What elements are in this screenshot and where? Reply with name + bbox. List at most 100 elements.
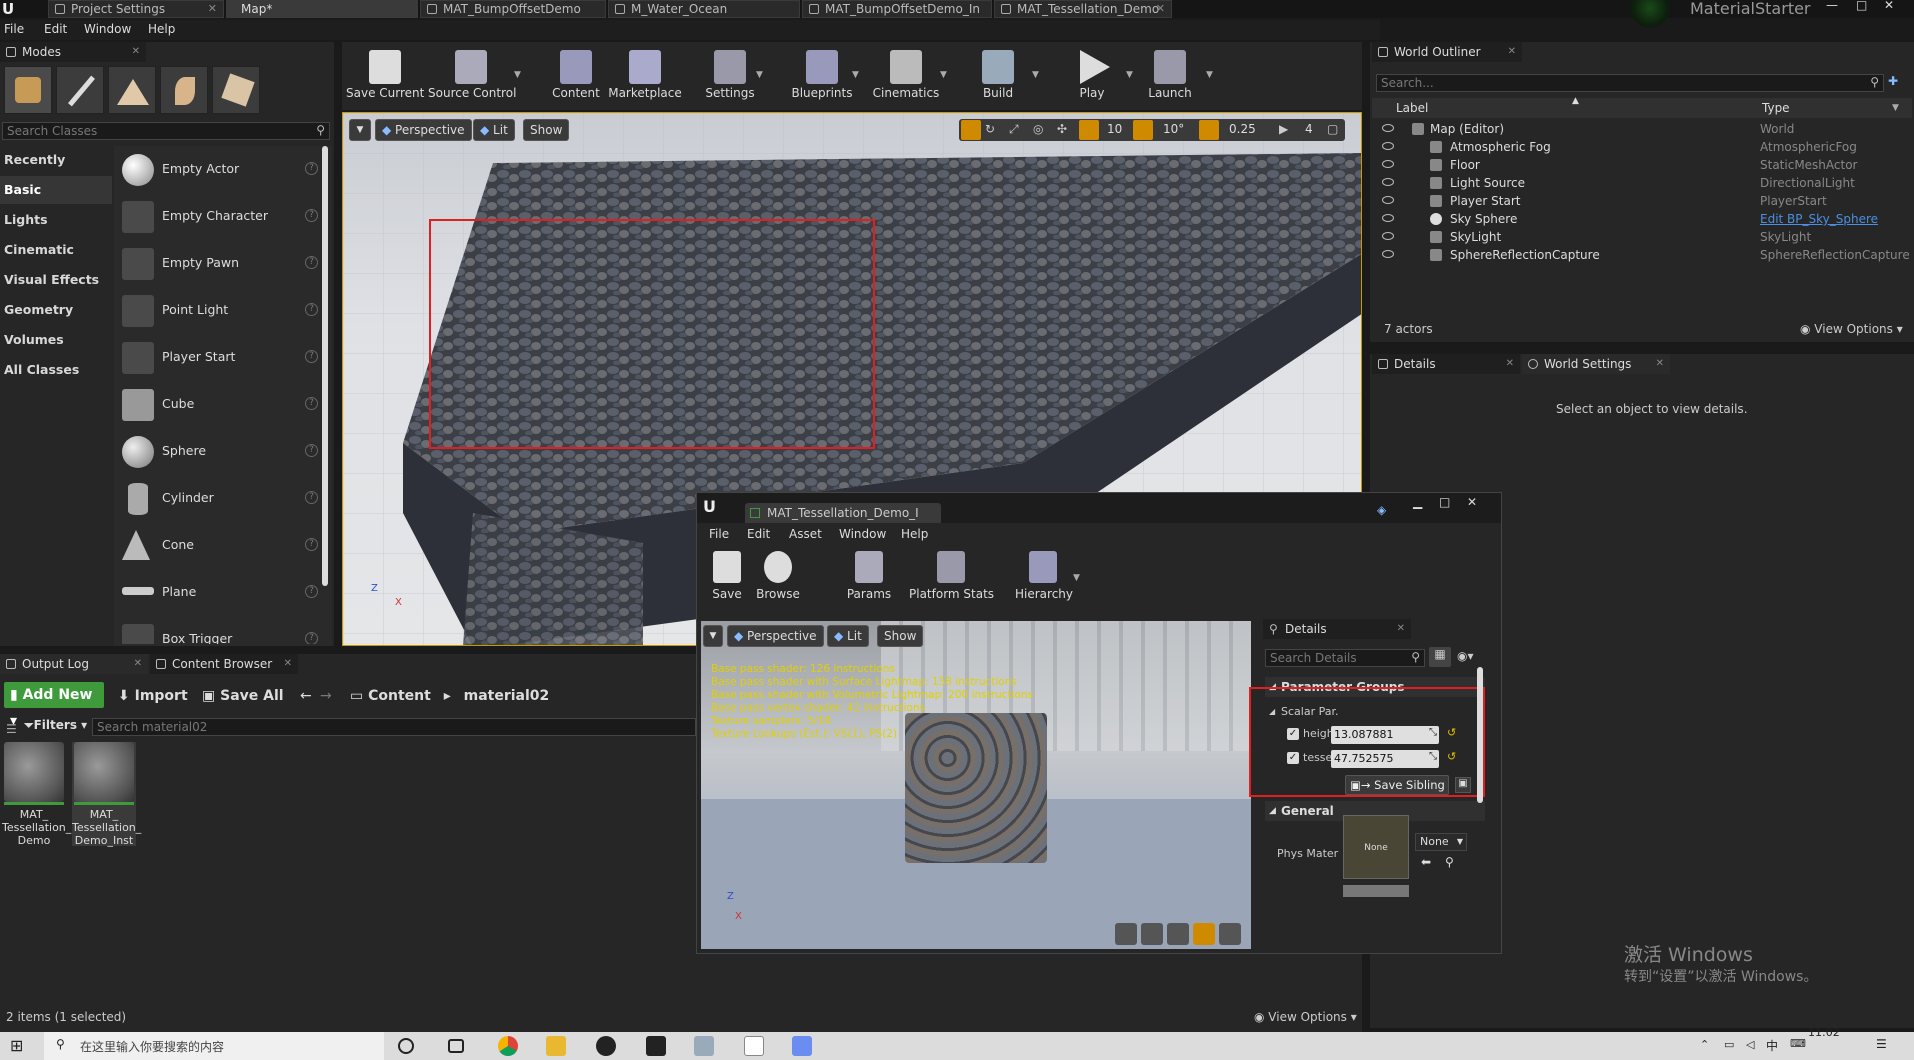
viewport-options-button[interactable]: ▼ [349, 119, 371, 141]
details-tab[interactable]: Details ✕ [1372, 354, 1520, 374]
place-item-plane[interactable]: Plane? [118, 571, 322, 615]
save-current-button[interactable]: Save Current [346, 48, 424, 104]
maximize-icon[interactable]: □ [1856, 0, 1867, 12]
play-dropdown-icon[interactable]: ▼ [1126, 70, 1133, 80]
cinematics-button[interactable]: Cinematics [872, 48, 940, 104]
settings-button[interactable]: Settings [702, 48, 758, 104]
place-item-player-start[interactable]: Player Start? [118, 336, 322, 380]
geometry-mode-button[interactable] [212, 66, 260, 114]
menu-file[interactable]: File [4, 22, 24, 36]
preview-sphere-icon[interactable] [1141, 923, 1163, 945]
volume-icon[interactable]: ◁ [1746, 1038, 1754, 1051]
close-icon[interactable]: ✕ [132, 42, 140, 62]
windows-start-icon[interactable]: ⊞ [10, 1036, 30, 1056]
app-window-icon[interactable] [694, 1036, 714, 1056]
outliner-row[interactable]: Player Start PlayerStart [1372, 192, 1914, 210]
add-new-button[interactable]: ▮ Add New ▾ [4, 682, 104, 729]
place-item-cylinder[interactable]: Cylinder? [118, 477, 322, 521]
help-icon[interactable]: ? [305, 585, 318, 598]
mat-details-search[interactable]: Search Details ⚲ [1265, 649, 1425, 667]
hierarchy-dropdown-icon[interactable]: ▼ [1073, 573, 1080, 583]
mat-document-tab[interactable]: MAT_Tessellation_Demo_I [745, 503, 941, 523]
content-button[interactable]: Content [548, 48, 604, 104]
close-icon[interactable]: ✕ [1506, 354, 1514, 374]
filters-button[interactable]: ⏷Filters ▾ [24, 718, 88, 736]
mat-lit-button[interactable]: ◆ Lit [827, 625, 869, 647]
visibility-eye-icon[interactable] [1382, 124, 1394, 132]
close-icon[interactable]: ✕ [1397, 619, 1405, 639]
preview-cylinder-icon[interactable] [1115, 923, 1137, 945]
tab-map[interactable]: Map* [226, 0, 418, 18]
cinematics-dropdown-icon[interactable]: ▼ [940, 70, 947, 80]
source-control-dropdown-icon[interactable]: ▼ [514, 70, 521, 80]
add-filter-icon[interactable]: ✚ [1888, 74, 1898, 88]
tray-chevron-icon[interactable]: ⌃ [1700, 1038, 1709, 1051]
phys-material-dropdown[interactable]: None ▼ [1415, 833, 1467, 851]
visibility-eye-icon[interactable] [1382, 178, 1394, 186]
outliner-row[interactable]: Light Source DirectionalLight [1372, 174, 1914, 192]
maximize-icon[interactable]: □ [1439, 495, 1450, 509]
use-selected-arrow-icon[interactable]: ⬅ [1421, 855, 1431, 869]
asset-tile-selected[interactable]: MAT_ Tessellation_ Demo_Inst [72, 742, 141, 847]
save-all-button[interactable]: ▣ Save All [202, 684, 284, 708]
menu-edit[interactable]: Edit [747, 527, 770, 541]
visibility-eye-icon[interactable] [1382, 214, 1394, 222]
place-item-empty-pawn[interactable]: Empty Pawn? [118, 242, 322, 286]
tab-mat-tessellation-demo[interactable]: MAT_Tessellation_Demo ✕ [994, 0, 1172, 18]
close-icon[interactable]: ✕ [1467, 495, 1477, 509]
outliner-row[interactable]: Sky Sphere Edit BP_Sky_Sphere [1372, 210, 1914, 228]
content-search[interactable]: Search material02 [92, 718, 696, 736]
place-mode-button[interactable] [4, 66, 52, 114]
scale-icon[interactable]: ⤢ [1009, 122, 1019, 137]
visibility-eye-icon[interactable] [1382, 232, 1394, 240]
tab-m-water-ocean[interactable]: M_Water_Ocean [608, 0, 800, 18]
rotation-snap-icon[interactable] [1133, 120, 1153, 140]
help-icon[interactable]: ? [305, 350, 318, 363]
place-item-empty-character[interactable]: Empty Character? [118, 195, 322, 239]
build-dropdown-icon[interactable]: ▼ [1032, 70, 1039, 80]
grid-snap-icon[interactable] [1079, 120, 1099, 140]
mat-params-button[interactable]: Params [845, 547, 893, 605]
minimize-icon[interactable]: ▁ [1413, 495, 1422, 509]
asset-tile[interactable]: MAT_ Tessellation_ Demo [2, 742, 71, 847]
category-volumes[interactable]: Volumes [0, 326, 112, 354]
outliner-row[interactable]: SkyLight SkyLight [1372, 228, 1914, 246]
world-icon[interactable]: ◎ [1033, 122, 1043, 136]
mat-perspective-button[interactable]: ◆ Perspective [727, 625, 824, 647]
breadcrumb-content[interactable]: Content [368, 688, 431, 704]
breadcrumb-material02[interactable]: material02 [464, 688, 550, 704]
mat-hierarchy-button[interactable]: Hierarchy [1015, 547, 1073, 605]
help-icon[interactable]: ? [305, 209, 318, 222]
help-icon[interactable]: ? [305, 632, 318, 644]
surface-snap-icon[interactable]: ✣ [1057, 122, 1067, 136]
mat-details-tab[interactable]: ⚲ Details ✕ [1263, 619, 1411, 639]
chrome-icon[interactable] [498, 1036, 518, 1056]
category-lights[interactable]: Lights [0, 206, 112, 234]
menu-help[interactable]: Help [148, 22, 175, 36]
taskbar-search-box[interactable]: ⚲ 在这里输入你要搜索的内容 [44, 1032, 384, 1060]
place-item-sphere[interactable]: Sphere? [118, 430, 322, 474]
app-badge-icon[interactable] [792, 1036, 812, 1056]
show-button[interactable]: Show [523, 119, 570, 141]
lit-button[interactable]: ◆ Lit [473, 119, 515, 141]
grid-snap-value[interactable]: 10 [1107, 122, 1122, 136]
preview-plane-icon[interactable] [1167, 923, 1189, 945]
mat-viewport-options-button[interactable]: ▼ [703, 625, 723, 647]
content-view-options[interactable]: ◉ View Options ▾ [1254, 1010, 1357, 1024]
visibility-eye-icon[interactable] [1382, 160, 1394, 168]
import-button[interactable]: ⬇ Import [118, 684, 188, 708]
place-item-box-trigger[interactable]: Box Trigger? [118, 618, 322, 644]
column-label[interactable]: Label [1396, 101, 1428, 115]
close-icon[interactable]: ✕ [1656, 354, 1664, 374]
close-icon[interactable]: ✕ [208, 1, 217, 17]
place-item-point-light[interactable]: Point Light? [118, 289, 322, 333]
menu-window[interactable]: Window [84, 22, 131, 36]
perspective-button[interactable]: ◆ Perspective [375, 119, 472, 141]
close-icon[interactable]: ✕ [284, 654, 292, 674]
maximize-viewport-icon[interactable]: ▢ [1327, 122, 1338, 136]
output-log-tab[interactable]: Output Log ✕ [0, 654, 148, 674]
menu-help[interactable]: Help [901, 527, 928, 541]
help-icon[interactable]: ? [305, 162, 318, 175]
category-all-classes[interactable]: All Classes [0, 356, 112, 384]
unreal-engine-icon[interactable] [596, 1036, 616, 1056]
